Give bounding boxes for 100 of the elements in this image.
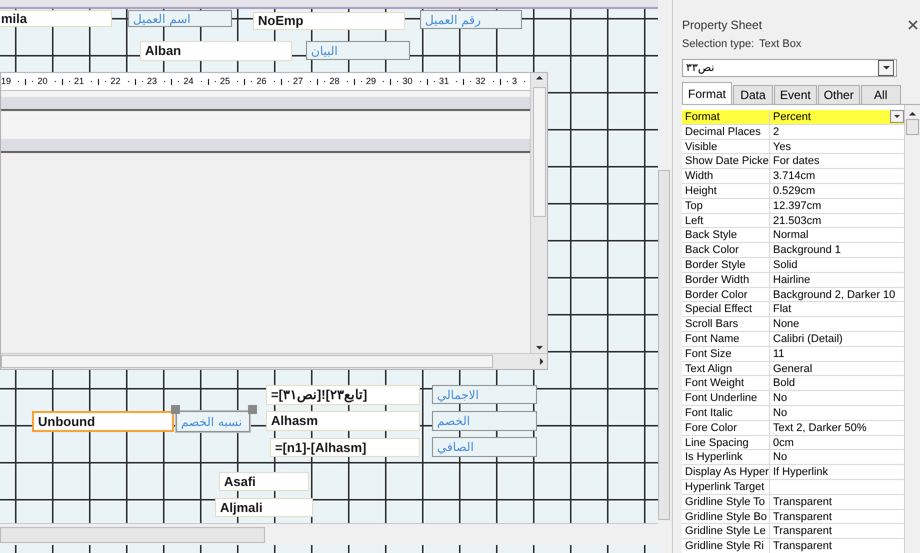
property-value[interactable]: 0cm	[770, 436, 904, 450]
property-row[interactable]: Show Date Picke For dates	[682, 154, 904, 170]
property-row[interactable]: Decimal Places 2	[682, 124, 904, 140]
property-row[interactable]: Font Underline No	[682, 391, 904, 406]
property-row[interactable]: Line Spacing 0cm	[682, 436, 904, 450]
property-value[interactable]: No	[770, 450, 904, 464]
property-row[interactable]: Back Style Normal	[682, 228, 904, 244]
property-row[interactable]: Display As Hyper If Hyperlink	[682, 465, 904, 480]
scrollbar-thumb[interactable]	[532, 87, 546, 217]
property-row[interactable]: Font Weight Bold	[682, 376, 904, 392]
property-value[interactable]: Percent	[770, 110, 890, 124]
vertical-scrollbar[interactable]	[530, 73, 547, 353]
scrollbar-thumb[interactable]	[658, 170, 670, 520]
text-box-control[interactable]: Alhasm	[266, 411, 420, 431]
property-row[interactable]: Back Color Background 1	[682, 243, 904, 258]
property-tab[interactable]: All	[860, 85, 901, 104]
property-value[interactable]: Solid	[770, 258, 904, 272]
vertical-scrollbar[interactable]	[904, 105, 920, 553]
property-value[interactable]: Background 1	[770, 243, 904, 257]
property-tab[interactable]: Other	[818, 85, 860, 104]
text-box-control[interactable]: Asafi	[219, 472, 309, 491]
property-value[interactable]: Transparent	[770, 510, 904, 524]
property-row[interactable]: Gridline Style Bo Transparent	[682, 510, 904, 524]
property-value[interactable]: None	[770, 317, 904, 331]
property-value[interactable]: Text 2, Darker 50%	[770, 420, 904, 435]
scrollbar-thumb[interactable]	[0, 526, 265, 542]
text-box-control[interactable]: Alban	[140, 41, 292, 61]
property-value[interactable]: 0.529cm	[770, 184, 904, 198]
property-row[interactable]: Left 21.503cm	[682, 214, 904, 228]
property-value[interactable]: Flat	[770, 302, 904, 316]
property-value[interactable]: Calibri (Detail)	[770, 332, 904, 346]
property-value[interactable]: No	[770, 406, 904, 420]
property-row[interactable]: Font Size 11	[682, 346, 904, 362]
property-value[interactable]: Bold	[770, 376, 904, 390]
horizontal-scrollbar[interactable]	[1, 353, 547, 369]
property-row[interactable]: Border Style Solid	[682, 258, 904, 273]
object-dropdown[interactable]: نص٣٣	[682, 58, 897, 77]
ruler-number: 22	[110, 74, 121, 88]
property-value[interactable]: No	[770, 391, 904, 405]
dropdown-button[interactable]	[878, 60, 894, 76]
ruler-number: 30	[402, 74, 413, 88]
property-name: Font Name	[682, 332, 770, 346]
property-row[interactable]: Height 0.529cm	[682, 184, 904, 199]
property-row[interactable]: Font Name Calibri (Detail)	[682, 332, 904, 347]
selection-handle-icon[interactable]	[171, 405, 180, 414]
scroll-up-icon[interactable]	[909, 112, 916, 116]
property-row[interactable]: Is Hyperlink No	[682, 450, 904, 466]
property-value[interactable]: Yes	[770, 140, 904, 154]
property-row[interactable]: Text Align General	[682, 362, 904, 376]
property-name: Line Spacing	[682, 436, 770, 450]
property-row[interactable]: Width 3.714cm	[682, 169, 904, 184]
property-row[interactable]: Scroll Bars None	[682, 317, 904, 332]
property-row[interactable]: Top 12.397cm	[682, 198, 904, 214]
dropdown-button[interactable]	[890, 110, 904, 123]
property-name: Border Style	[682, 258, 770, 272]
property-value[interactable]: 2	[770, 124, 904, 139]
text-box-control[interactable]: =[n1]-[Alhasm]	[270, 438, 420, 457]
property-tab[interactable]: Format	[682, 82, 732, 104]
property-row[interactable]: Special Effect Flat	[682, 302, 904, 318]
scroll-right-icon[interactable]	[540, 358, 543, 365]
scroll-up-icon[interactable]	[536, 76, 542, 80]
text-box-control[interactable]: mila	[0, 10, 112, 27]
close-icon[interactable]	[908, 20, 918, 30]
property-tab[interactable]: Data	[733, 85, 774, 104]
property-name: Border Width	[682, 272, 770, 287]
property-value[interactable]: If Hyperlink	[770, 465, 904, 479]
property-row[interactable]: Gridline Style To Transparent	[682, 494, 904, 510]
property-value[interactable]: For dates	[770, 154, 904, 168]
property-row[interactable]: Hyperlink Target	[682, 480, 904, 495]
property-value[interactable]: Transparent	[770, 494, 904, 509]
horizontal-scrollbar[interactable]	[0, 523, 658, 545]
panel-title: Property Sheet	[682, 17, 762, 34]
property-value[interactable]: Normal	[770, 228, 904, 242]
scrollbar-thumb[interactable]	[906, 119, 919, 135]
scroll-down-icon[interactable]	[536, 346, 542, 350]
property-row[interactable]: Fore Color Text 2, Darker 50%	[682, 420, 904, 436]
selection-handle-icon[interactable]	[248, 405, 257, 414]
property-value[interactable]: 21.503cm	[770, 214, 904, 228]
property-value[interactable]: 12.397cm	[770, 198, 904, 213]
property-value[interactable]: 11	[770, 346, 904, 361]
property-row[interactable]: Font Italic No	[682, 406, 904, 421]
caret-icon[interactable]	[882, 66, 890, 70]
property-value[interactable]: General	[770, 362, 904, 376]
property-value[interactable]: Transparent	[770, 539, 904, 553]
property-row[interactable]: Format Percent	[682, 110, 904, 125]
text-box-control[interactable]: NoEmp	[253, 12, 405, 30]
caret-icon[interactable]	[894, 115, 900, 118]
scrollbar-thumb[interactable]	[1, 355, 493, 368]
property-value[interactable]: 3.714cm	[770, 169, 904, 183]
property-tab[interactable]: Event	[774, 85, 817, 104]
property-value[interactable]: Transparent	[770, 524, 904, 538]
property-row[interactable]: Border Color Background 2, Darker 10	[682, 288, 904, 302]
text-box-control[interactable]: Aljmali	[215, 498, 313, 517]
property-value[interactable]: Background 2, Darker 10	[770, 288, 904, 302]
text-box-control[interactable]: =[نص٣١]![تابع٢٣]	[266, 385, 420, 405]
property-value[interactable]: Hairline	[770, 272, 904, 287]
property-row[interactable]: Gridline Style Le Transparent	[682, 524, 904, 540]
property-row[interactable]: Border Width Hairline	[682, 272, 904, 288]
property-row[interactable]: Visible Yes	[682, 140, 904, 154]
text-box-control[interactable]: Unbound	[32, 411, 174, 432]
